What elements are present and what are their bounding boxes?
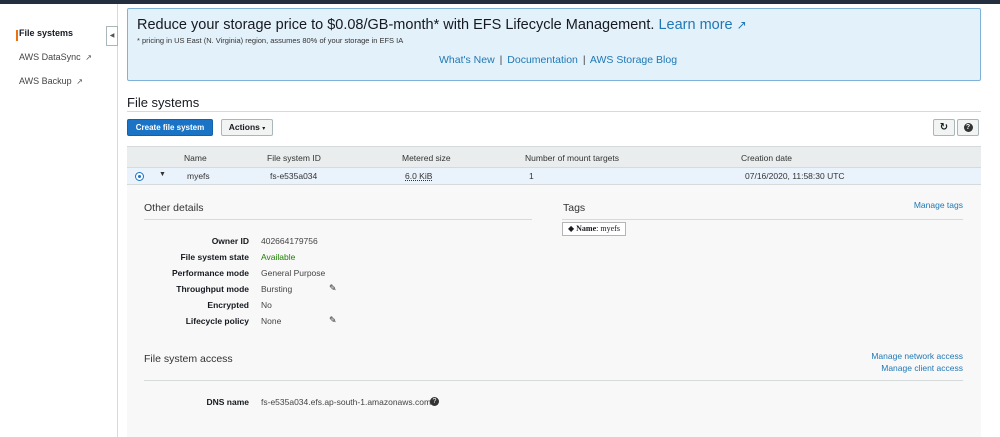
- performance-mode-value: General Purpose: [261, 268, 326, 278]
- lifecycle-promo-banner: Reduce your storage price to $0.08/GB-mo…: [127, 8, 981, 81]
- file-system-state-label: File system state: [180, 252, 249, 262]
- title-divider: [127, 111, 981, 112]
- owner-id-value: 402664179756: [261, 236, 318, 246]
- banner-title: Reduce your storage price to $0.08/GB-mo…: [137, 17, 747, 33]
- column-header-creation-date[interactable]: Creation date: [741, 153, 792, 163]
- column-header-mount-targets[interactable]: Number of mount targets: [525, 153, 619, 163]
- table-header: Name File system ID Metered size Number …: [127, 146, 981, 168]
- dns-info-help-icon[interactable]: ?: [430, 397, 439, 406]
- row-select-radio[interactable]: [135, 172, 144, 181]
- owner-id-label: Owner ID: [211, 236, 249, 246]
- encrypted-value: No: [261, 300, 272, 310]
- sidebar-active-indicator: [16, 30, 18, 41]
- tag-key: Name: [576, 224, 597, 233]
- lifecycle-policy-label: Lifecycle policy: [185, 316, 249, 326]
- file-system-details-panel: Other details Owner ID 402664179756 File…: [127, 185, 981, 437]
- file-system-access-title: File system access: [144, 353, 233, 365]
- dns-name-label: DNS name: [206, 397, 249, 407]
- file-system-name: myefs: [187, 171, 210, 181]
- tag-value: myefs: [600, 224, 620, 233]
- sidebar: File systems AWS DataSync ↗ AWS Backup ↗: [0, 4, 118, 437]
- edit-lifecycle-pencil-icon[interactable]: ✎: [329, 315, 337, 326]
- dns-name-value: fs-e535a034.efs.ap-south-1.amazonaws.com: [261, 397, 432, 407]
- create-file-system-button[interactable]: Create file system: [127, 119, 213, 136]
- sidebar-item-label: AWS DataSync: [19, 52, 81, 62]
- banner-pricing-note: * pricing in US East (N. Virginia) regio…: [137, 36, 404, 45]
- link-separator: |: [499, 54, 503, 66]
- actions-label: Actions: [228, 122, 260, 132]
- sidebar-item-aws-backup[interactable]: AWS Backup ↗: [19, 76, 83, 86]
- actions-dropdown-button[interactable]: Actions ▾: [221, 119, 273, 136]
- refresh-button[interactable]: ↻: [933, 119, 955, 136]
- lifecycle-policy-value: None: [261, 316, 282, 326]
- tags-divider: [562, 219, 963, 220]
- column-header-metered-size[interactable]: Metered size: [402, 153, 451, 163]
- tag-icon: ◆: [568, 224, 575, 233]
- column-header-file-system-id[interactable]: File system ID: [267, 153, 321, 163]
- learn-more-link[interactable]: Learn more ↗: [658, 17, 746, 33]
- page-title: File systems: [127, 95, 200, 110]
- refresh-icon: ↻: [939, 122, 949, 133]
- storage-blog-link[interactable]: AWS Storage Blog: [590, 54, 677, 66]
- file-system-state-value: Available: [261, 252, 296, 262]
- metered-size[interactable]: 6.0 KiB: [405, 171, 432, 181]
- manage-network-access-link[interactable]: Manage network access: [871, 351, 963, 361]
- documentation-link[interactable]: Documentation: [507, 54, 578, 66]
- link-separator: |: [582, 54, 586, 66]
- external-link-icon: ↗: [85, 53, 92, 62]
- chevron-left-icon: ◀: [109, 33, 115, 39]
- external-link-icon: ↗: [736, 18, 747, 32]
- edit-throughput-pencil-icon[interactable]: ✎: [329, 283, 337, 294]
- top-navigation-bar: [0, 0, 1000, 4]
- expand-caret-icon[interactable]: ▼: [159, 171, 166, 178]
- help-icon: ?: [963, 123, 973, 133]
- file-system-id: fs-e535a034: [270, 171, 318, 181]
- access-divider: [144, 380, 963, 381]
- other-details-divider: [144, 219, 532, 220]
- sidebar-item-label: File systems: [19, 28, 74, 38]
- collapse-sidebar-button[interactable]: ◀: [106, 26, 118, 46]
- column-header-name[interactable]: Name: [184, 153, 207, 163]
- whats-new-link[interactable]: What's New: [439, 54, 495, 66]
- encrypted-label: Encrypted: [207, 300, 249, 310]
- other-details-title: Other details: [144, 202, 204, 214]
- manage-client-access-link[interactable]: Manage client access: [881, 363, 963, 373]
- help-button[interactable]: ?: [957, 119, 979, 136]
- learn-more-label: Learn more: [658, 17, 733, 33]
- throughput-mode-value: Bursting: [261, 284, 293, 294]
- sidebar-item-aws-datasync[interactable]: AWS DataSync ↗: [19, 52, 92, 62]
- sidebar-item-label: AWS Backup: [19, 76, 72, 86]
- caret-down-icon: ▾: [262, 126, 266, 132]
- manage-tags-link[interactable]: Manage tags: [914, 200, 963, 210]
- throughput-mode-label: Throughput mode: [176, 284, 249, 294]
- table-row[interactable]: ▼ myefs fs-e535a034 6.0 KiB 1 07/16/2020…: [127, 168, 981, 185]
- performance-mode-label: Performance mode: [172, 268, 249, 278]
- tags-title: Tags: [563, 202, 586, 214]
- sidebar-item-file-systems[interactable]: File systems: [19, 28, 73, 38]
- creation-date: 07/16/2020, 11:58:30 UTC: [745, 171, 845, 181]
- banner-title-text: Reduce your storage price to $0.08/GB-mo…: [137, 17, 655, 33]
- banner-links: What's New | Documentation | AWS Storage…: [439, 54, 677, 66]
- external-link-icon: ↗: [76, 77, 83, 86]
- tag-chip: ◆ Name: myefs: [562, 222, 626, 236]
- mount-target-count: 1: [529, 171, 534, 181]
